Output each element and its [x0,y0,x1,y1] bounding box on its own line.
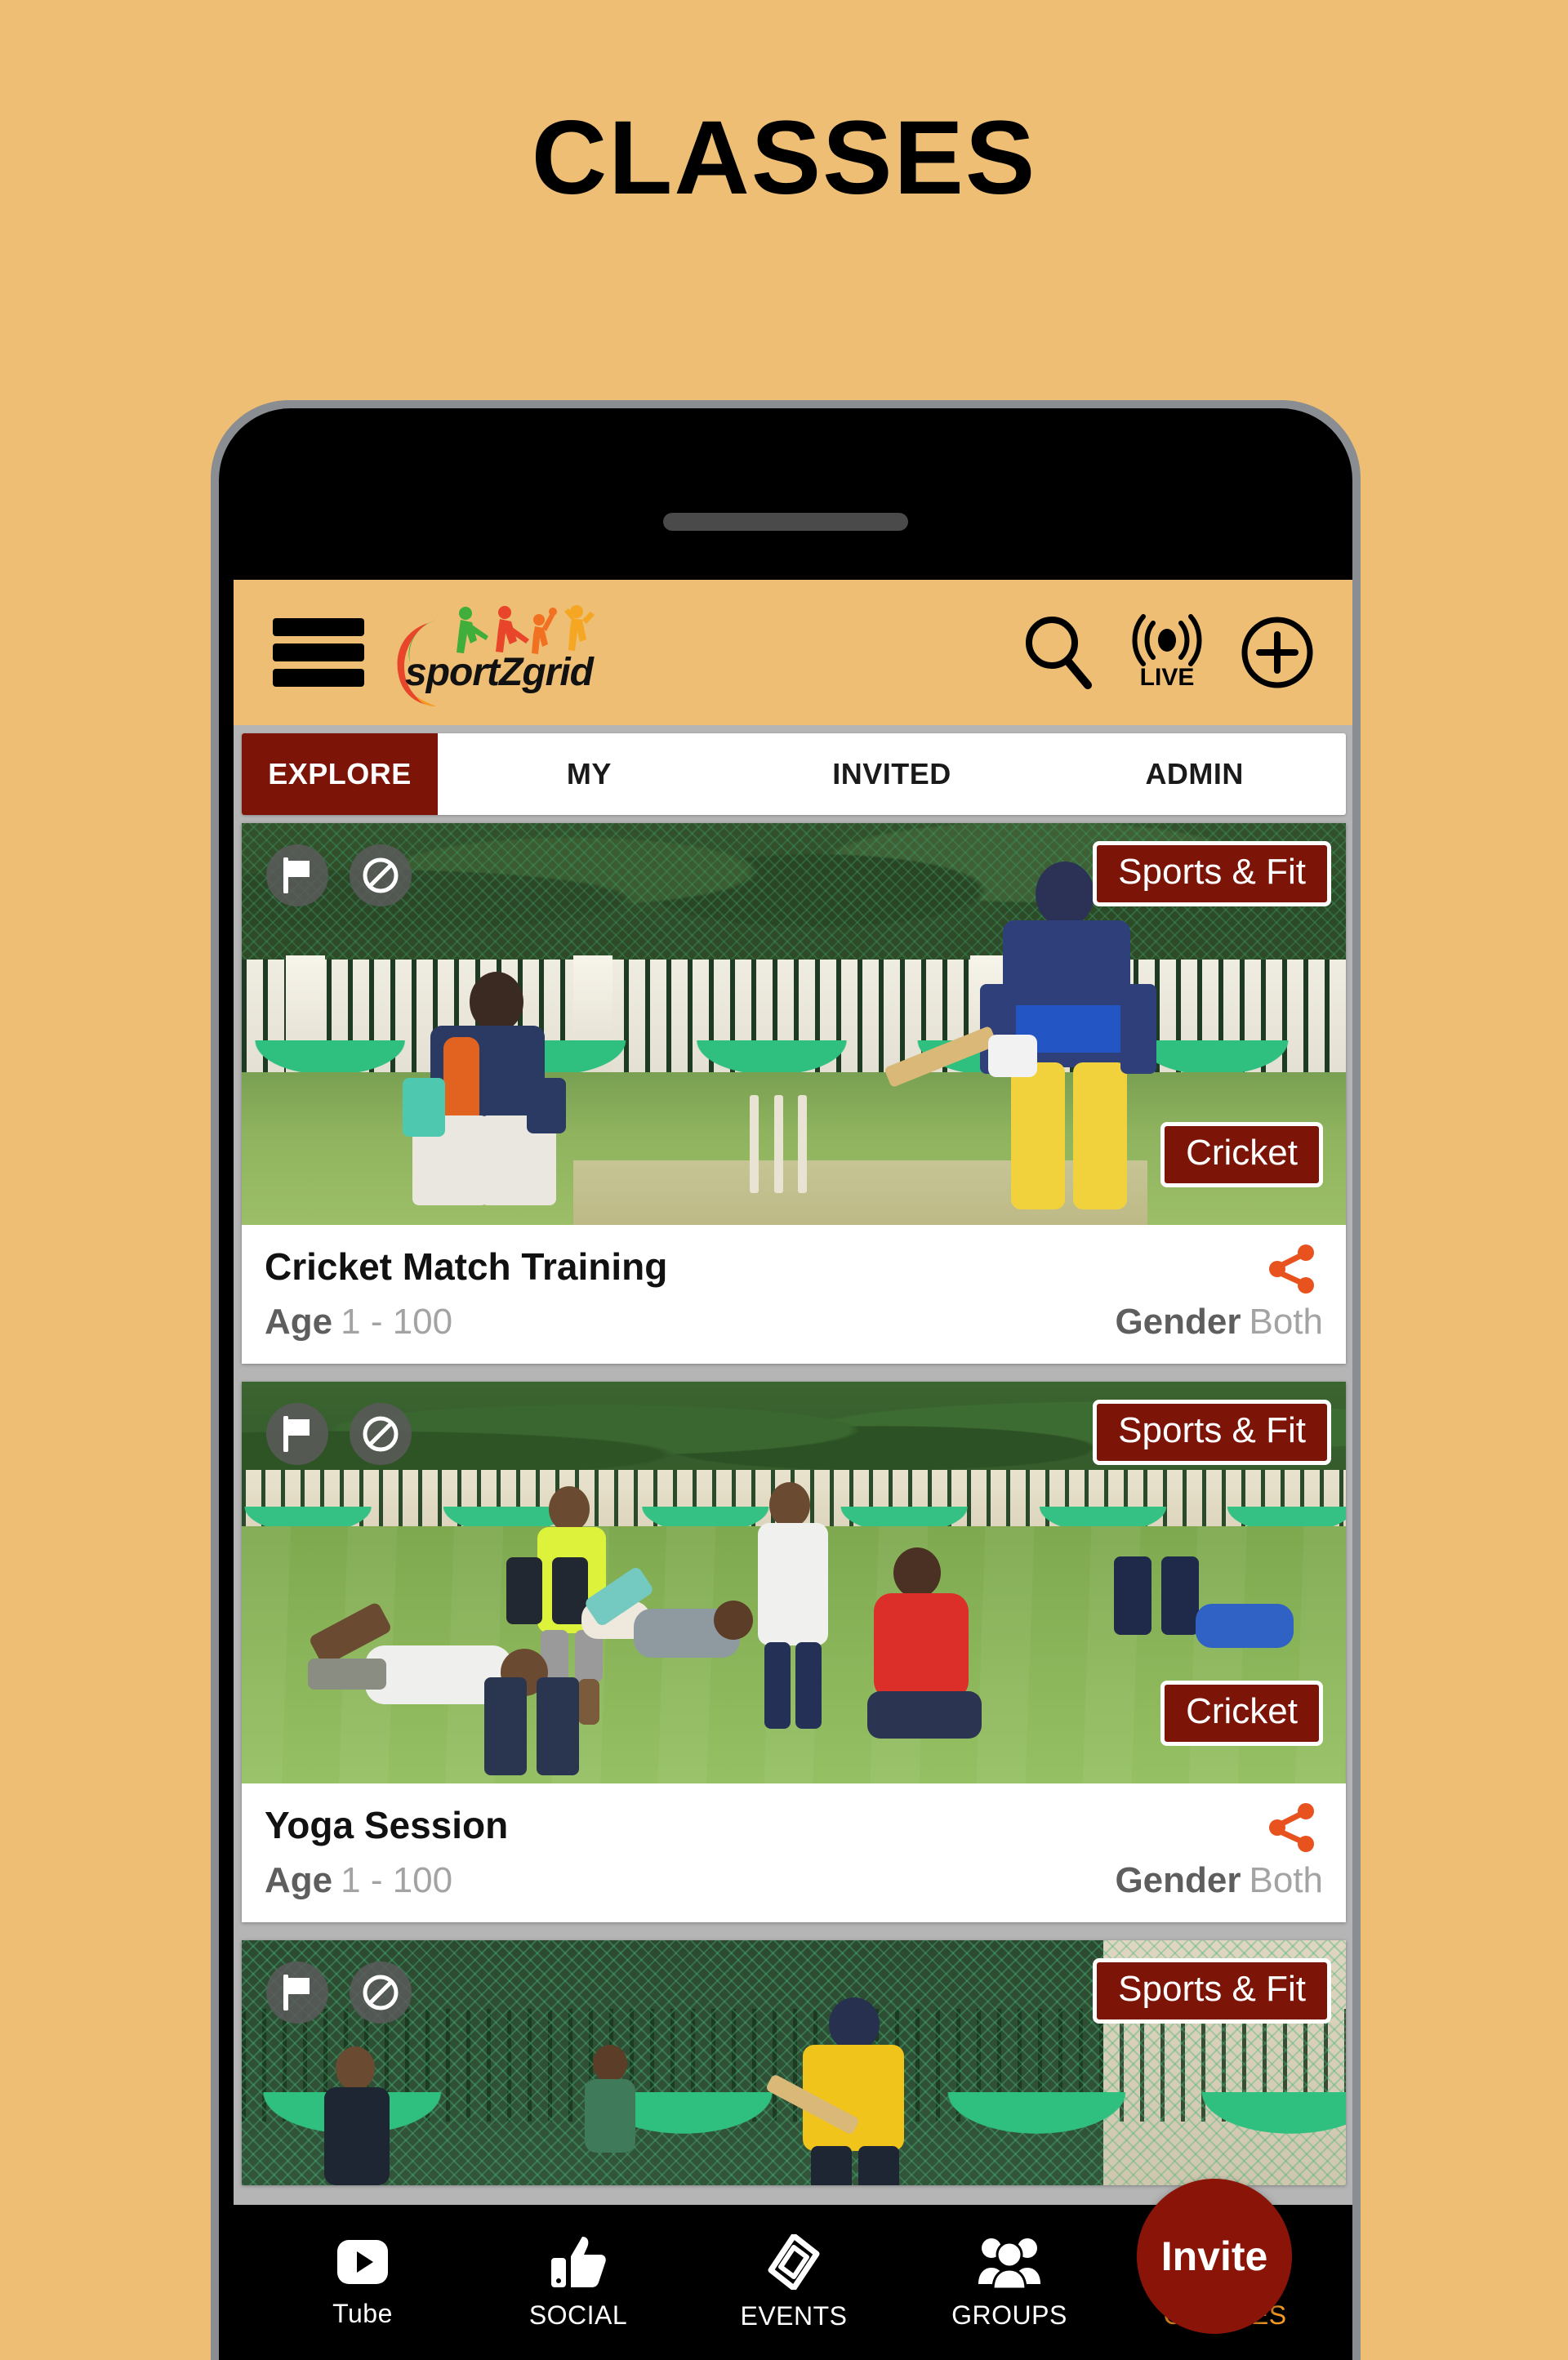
app-header: sportZgrid LIVE [234,580,1352,725]
play-video-icon [337,2239,388,2284]
flag-icon[interactable] [266,1961,328,2024]
tab-my[interactable]: MY [438,733,741,815]
nav-item-tube[interactable]: Tube [255,2237,470,2329]
tab-admin[interactable]: ADMIN [1043,733,1346,815]
age-value: 1 - 100 [341,1302,453,1342]
class-meta: Age 1 - 100 Gender Both [265,1302,1323,1343]
brand-logo: sportZgrid [392,603,604,706]
category-badge[interactable]: Sports & Fit [1093,1958,1331,2024]
class-card[interactable]: Sports & Fit [242,1940,1346,2185]
gender-group: Gender Both [1115,1302,1323,1343]
tabbar-container: EXPLORE MY INVITED ADMIN [234,725,1352,815]
sport-badge[interactable]: Cricket [1160,1122,1323,1187]
plus-circle-icon[interactable] [1240,615,1315,690]
gender-group: Gender Both [1115,1860,1323,1901]
nav-label-events: EVENTS [740,2300,848,2331]
phone-speaker [663,513,908,531]
nav-label-groups: GROUPS [951,2300,1067,2330]
live-button[interactable]: LIVE [1132,613,1202,692]
block-icon[interactable] [350,1961,412,2024]
category-badge[interactable]: Sports & Fit [1093,1400,1331,1465]
gender-value: Both [1249,1302,1323,1342]
class-photo[interactable]: Sports & Fit Cricket [242,823,1346,1225]
photo-action-buttons [266,1403,412,1465]
age-label: Age [265,1302,333,1342]
hamburger-menu-icon[interactable] [273,618,364,687]
age-label: Age [265,1860,333,1900]
class-title: Cricket Match Training [265,1245,668,1288]
class-card[interactable]: Sports & Fit Cricket Cricket Match Train… [242,823,1346,1364]
phone-bezel: sportZgrid LIVE EXPLORE MY INVITED ADMIN… [219,408,1352,2360]
flag-icon[interactable] [266,1403,328,1465]
tabbar: EXPLORE MY INVITED ADMIN [242,733,1346,815]
photo-action-buttons [266,1961,412,2024]
gender-label: Gender [1115,1860,1241,1900]
class-card-body: Cricket Match Training Age 1 - 100 Gender… [242,1225,1346,1364]
block-icon[interactable] [350,1403,412,1465]
sport-badge[interactable]: Cricket [1160,1681,1323,1746]
nav-item-events[interactable]: EVENTS [686,2233,902,2331]
class-card[interactable]: Sports & Fit Cricket Yoga Session Age 1 -… [242,1382,1346,1922]
phone-mockup: sportZgrid LIVE EXPLORE MY INVITED ADMIN… [211,400,1361,2360]
age-value: 1 - 100 [341,1860,453,1900]
class-photo[interactable]: Sports & Fit [242,1940,1346,2185]
share-icon[interactable] [1266,1243,1318,1299]
nav-label-social: SOCIAL [528,2300,628,2330]
nav-item-groups[interactable]: GROUPS [902,2235,1117,2331]
class-title: Yoga Session [265,1804,509,1846]
block-icon[interactable] [350,844,412,906]
class-meta: Age 1 - 100 Gender Both [265,1860,1323,1901]
age-group: Age 1 - 100 [265,1302,452,1343]
thumbs-up-icon [551,2236,606,2287]
class-list: Sports & Fit Cricket Cricket Match Train… [234,815,1352,2185]
nav-item-social[interactable]: SOCIAL [470,2235,686,2331]
live-label: LIVE [1139,664,1195,691]
people-group-icon [978,2238,1040,2289]
app-screen: sportZgrid LIVE EXPLORE MY INVITED ADMIN… [234,580,1352,2360]
photo-action-buttons [266,844,412,906]
invite-button[interactable]: Invite [1137,2179,1292,2334]
nav-label-tube: Tube [332,2298,393,2328]
class-card-body: Yoga Session Age 1 - 100 Gender Both [242,1783,1346,1922]
class-photo[interactable]: Sports & Fit Cricket [242,1382,1346,1783]
header-actions: LIVE [1022,613,1315,692]
live-broadcast-icon [1132,614,1202,666]
tab-invited[interactable]: INVITED [741,733,1044,815]
page-title: CLASSES [531,100,1037,216]
gender-label: Gender [1115,1302,1241,1342]
flag-icon[interactable] [266,844,328,906]
tab-explore[interactable]: EXPLORE [242,733,438,815]
category-badge[interactable]: Sports & Fit [1093,841,1331,906]
gender-value: Both [1249,1860,1323,1900]
share-icon[interactable] [1266,1801,1318,1858]
ticket-icon [768,2233,820,2290]
search-icon[interactable] [1022,615,1094,690]
brand-name: sportZgrid [405,651,594,694]
age-group: Age 1 - 100 [265,1860,452,1901]
